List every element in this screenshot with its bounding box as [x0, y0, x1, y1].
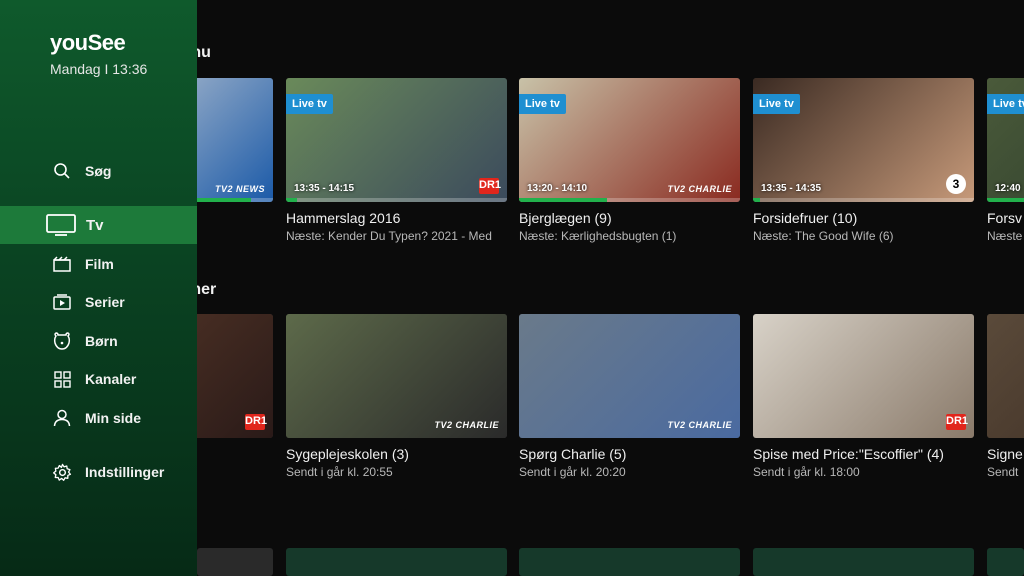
program-thumbnail: Live tv 13:35 - 14:15 DR1: [286, 78, 507, 202]
watch-progress-bar: [519, 198, 740, 202]
channel-logo: 3: [946, 174, 966, 194]
program-thumbnail: Live tv 13:20 - 14:10 TV2 CHARLIE: [519, 78, 740, 202]
thumbnail-image: [753, 314, 974, 438]
program-title: Bjerglægen (9): [519, 210, 612, 226]
program-subtitle: Næste: Kender Du Typen? 2021 - Med: [286, 229, 492, 243]
next-row-card[interactable]: [286, 548, 507, 576]
watch-progress-bar: [753, 198, 974, 202]
live-tv-badge: Live tv: [987, 94, 1024, 114]
nav-label: Film: [85, 256, 114, 272]
live-tv-badge: Live tv: [753, 94, 800, 114]
next-row-card[interactable]: [753, 548, 974, 576]
user-icon: [52, 408, 72, 428]
program-card[interactable]: DR1 Spise med Price:"Escoffier" (4) Sendt …: [753, 314, 974, 479]
channel-logo: DR1: [479, 178, 501, 194]
program-card[interactable]: Signe Sendt: [987, 314, 1024, 479]
program-title: Signe: [987, 446, 1023, 462]
program-thumbnail: DR1: [753, 314, 974, 438]
channel-logo: TV2 CHARLIE: [667, 184, 732, 194]
nav-item-series[interactable]: Serier: [0, 283, 197, 321]
live-tv-badge: Live tv: [519, 94, 566, 114]
program-title: Hammerslag 2016: [286, 210, 401, 226]
search-icon: [52, 161, 72, 181]
next-row-card[interactable]: [197, 548, 273, 576]
channel-logo: TV2 CHARLIE: [667, 420, 732, 430]
nav-item-my-page[interactable]: Min side: [0, 399, 197, 437]
channel-logo: TV2 NEWS: [214, 184, 265, 194]
nav-item-channels[interactable]: Kanaler: [0, 360, 197, 398]
program-card[interactable]: TV2 CHARLIE Spørg Charlie (5) Sendt i går …: [519, 314, 740, 479]
nav-item-settings[interactable]: Indstillinger: [0, 453, 197, 491]
program-thumbnail: Live tv 12:40: [987, 78, 1024, 202]
clock: Mandag I 13:36: [50, 61, 148, 77]
live-tv-badge: Live tv: [286, 94, 333, 114]
program-title: Spise med Price:"Escoffier" (4): [753, 446, 944, 462]
program-title: Sygeplejeskolen (3): [286, 446, 409, 462]
program-card[interactable]: Live tv 13:20 - 14:10 TV2 CHARLIE Bjerglæge…: [519, 78, 740, 243]
nav-label: Kanaler: [85, 371, 137, 387]
program-thumbnail: TV2 CHARLIE: [519, 314, 740, 438]
airtime-label: 13:35 - 14:15: [294, 183, 355, 194]
program-title: Forsidefruer (10): [753, 210, 858, 226]
film-icon: [52, 254, 72, 274]
airtime-label: 13:20 - 14:10: [527, 183, 588, 194]
nav-label: Børn: [85, 333, 118, 349]
next-row-card[interactable]: [987, 548, 1024, 576]
progress-fill: [987, 198, 1024, 202]
airtime-label: 13:35 - 14:35: [761, 183, 822, 194]
program-subtitle: Næste: The Good Wife (6): [753, 229, 894, 243]
nav-item-film[interactable]: Film: [0, 245, 197, 283]
grid-icon: [52, 369, 72, 389]
watch-progress-bar: [987, 198, 1024, 202]
program-subtitle: Sendt i går kl. 20:55: [286, 465, 393, 479]
kids-bear-icon: [52, 331, 72, 351]
program-card[interactable]: TV2 CHARLIE Sygeplejeskolen (3) Sendt i gå…: [286, 314, 507, 479]
nav-label: Min side: [85, 410, 142, 426]
series-icon: [52, 292, 72, 312]
program-thumbnail: Live tv 13:35 - 14:35 3: [753, 78, 974, 202]
nav-label: Indstillinger: [85, 464, 165, 480]
channel-logo: DR1: [946, 414, 968, 430]
program-card[interactable]: Live tv 13:35 - 14:15 DR1 Hammerslag 2016 Næ…: [286, 78, 507, 243]
program-thumbnail: [987, 314, 1024, 438]
watch-progress-bar: [286, 198, 507, 202]
program-subtitle: Sendt i går kl. 20:20: [519, 465, 626, 479]
progress-fill: [286, 198, 298, 202]
next-row-card[interactable]: [519, 548, 740, 576]
program-card[interactable]: Live tv 13:35 - 14:35 3 Forsidefruer (10) Næ…: [753, 78, 974, 243]
progress-fill: [519, 198, 608, 202]
channel-logo: TV2 CHARLIE: [434, 420, 499, 430]
program-subtitle: Næste: Kærlighedsbugten (1): [519, 229, 677, 243]
channel-logo: DR1: [245, 414, 267, 430]
program-subtitle: Sendt i går kl. 18:00: [753, 465, 860, 479]
thumbnail-image: [987, 314, 1024, 438]
nav-item-kids[interactable]: Børn: [0, 322, 197, 360]
tv-icon: [46, 214, 76, 236]
nav-item-tv[interactable]: Tv: [0, 206, 197, 244]
nav-item-search[interactable]: Søg: [0, 152, 197, 190]
gear-icon: [52, 462, 72, 482]
sidebar: youSee Mandag I 13:36 Søg Tv Film Serier…: [0, 0, 197, 576]
program-thumbnail: TV2 CHARLIE: [286, 314, 507, 438]
airtime-label: 12:40: [995, 183, 1021, 194]
program-subtitle: Næste: [987, 229, 1023, 243]
program-subtitle: Sendt: [987, 465, 1019, 479]
program-card[interactable]: Live tv 12:40 Forsv Næste: [987, 78, 1024, 243]
nav-label: Serier: [85, 294, 125, 310]
nav-label: Tv: [86, 216, 104, 234]
yousee-logo: youSee: [50, 30, 126, 55]
program-title: Forsv: [987, 210, 1022, 226]
nav-label: Søg: [85, 163, 112, 179]
program-title: Spørg Charlie (5): [519, 446, 627, 462]
progress-fill: [753, 198, 760, 202]
